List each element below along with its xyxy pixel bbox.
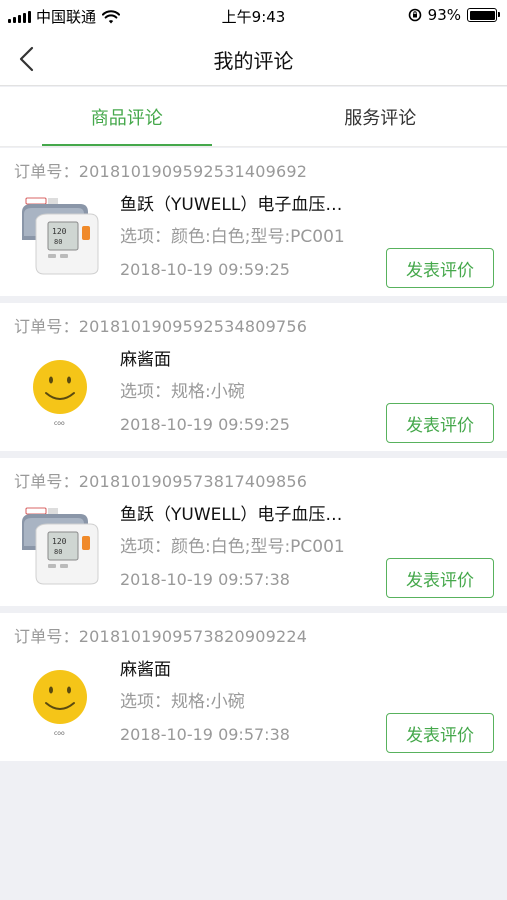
blood-pressure-monitor-icon: 120 80 [22,507,99,585]
product-image-bp-monitor[interactable]: 120 80 [18,190,102,280]
svg-text:coo: coo [54,730,65,737]
svg-text:coo: coo [54,420,65,427]
page-title: 我的评论 [213,49,294,73]
blood-pressure-monitor-icon: 120 80 [22,197,99,275]
order-time: 2018-10-19 09:57:38 [120,570,290,589]
svg-text:80: 80 [54,238,62,246]
order-card: 订单号：20181019095738209092​24 coo 麻酱面 选项：规… [0,613,507,761]
status-right: 93% [408,6,500,24]
order-card: 订单号：20181019095738174098​56 120 80 鱼跃（YU… [0,458,507,606]
order-time: 2018-10-19 09:59:25 [120,260,290,279]
product-name: 鱼跃（YUWELL）电子血压… [120,195,343,215]
svg-text:80: 80 [54,548,62,556]
tab-service-reviews[interactable]: 服务评论 [254,87,507,146]
order-time: 2018-10-19 09:57:38 [120,725,290,744]
product-options: 选项：颜色:白色;型号:PC001 [120,227,345,247]
battery-icon [467,8,500,22]
product-image-bp-monitor[interactable]: 120 80 [18,500,102,590]
product-image-noodles[interactable]: coo [18,655,102,745]
order-time: 2018-10-19 09:59:25 [120,415,290,434]
smiley-face-icon: coo [33,670,87,737]
product-name: 鱼跃（YUWELL）电子血压… [120,505,343,525]
review-tabs: 商品评论 服务评论 [0,87,507,147]
tab-product-reviews[interactable]: 商品评论 [0,87,254,146]
write-review-button[interactable]: 发表评价 [386,558,494,598]
product-options: 选项：颜色:白色;型号:PC001 [120,537,345,557]
order-card: 订单号：20181019095925348097​56 coo 麻酱面 选项：规… [0,303,507,451]
write-review-button[interactable]: 发表评价 [386,403,494,443]
order-number: 订单号：20181019095738209092​24 [14,627,308,646]
smiley-face-icon: coo [33,360,87,427]
product-options: 选项：规格:小碗 [120,382,245,402]
product-options: 选项：规格:小碗 [120,692,245,712]
order-list: 订单号：20181019095925314096​92 120 80 鱼跃（YU… [0,148,507,768]
status-bar: 中国联通 上午9:43 93% [0,0,507,32]
nav-bar: 我的评论 [0,32,507,86]
battery-percent: 93% [427,6,461,24]
product-name: 麻酱面 [120,660,171,680]
order-number: 订单号：20181019095925314096​92 [14,162,308,181]
orientation-lock-icon [408,8,421,22]
write-review-button[interactable]: 发表评价 [386,713,494,753]
product-image-noodles[interactable]: coo [18,345,102,435]
order-number: 订单号：20181019095925348097​56 [14,317,308,336]
write-review-button[interactable]: 发表评价 [386,248,494,288]
product-name: 麻酱面 [120,350,171,370]
svg-text:120: 120 [52,537,67,546]
svg-text:120: 120 [52,227,67,236]
order-card: 订单号：20181019095925314096​92 120 80 鱼跃（YU… [0,148,507,296]
order-number: 订单号：20181019095738174098​56 [14,472,308,491]
